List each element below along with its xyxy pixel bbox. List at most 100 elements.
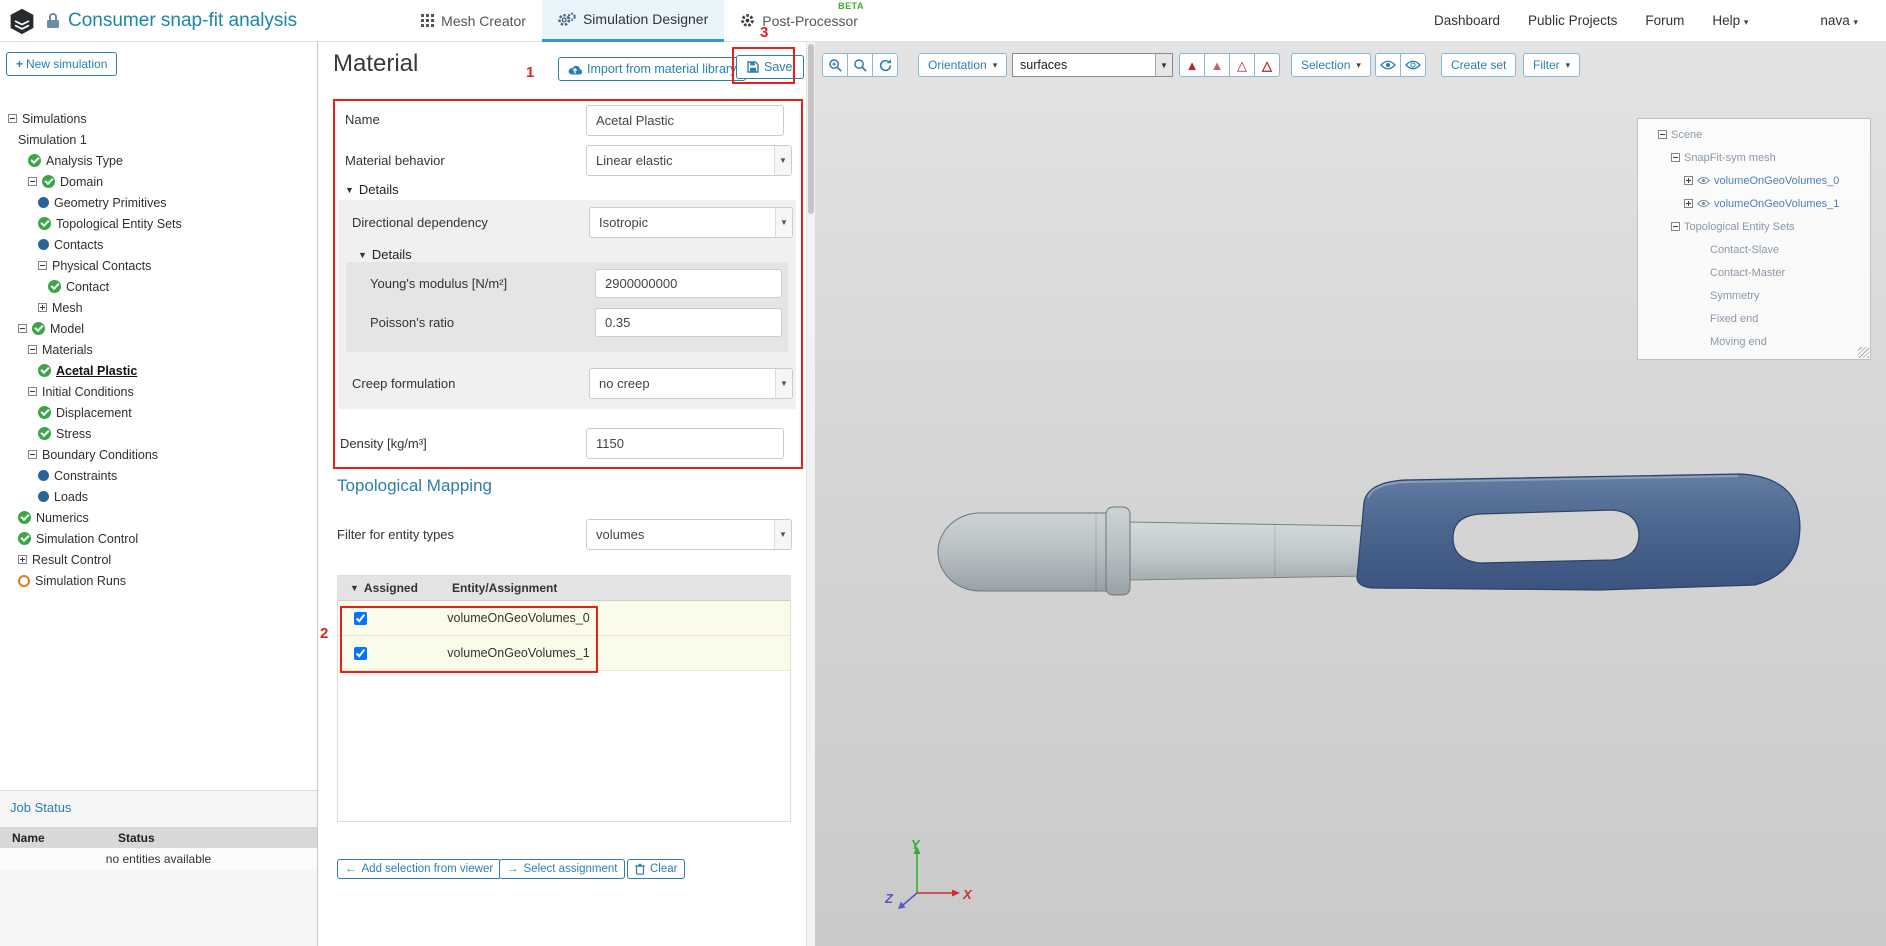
collapse-icon[interactable] bbox=[28, 345, 37, 354]
collapse-icon[interactable] bbox=[28, 450, 37, 459]
material-name-input[interactable] bbox=[586, 105, 784, 136]
assigned-checkbox[interactable] bbox=[354, 646, 367, 660]
collapse-icon[interactable] bbox=[8, 114, 17, 123]
nav-link-public-projects[interactable]: Public Projects bbox=[1528, 13, 1617, 28]
model-flange[interactable] bbox=[1105, 506, 1131, 596]
scrollbar-thumb[interactable] bbox=[808, 44, 814, 214]
nav-link-forum[interactable]: Forum bbox=[1645, 13, 1684, 28]
zoom-window-button[interactable] bbox=[822, 53, 848, 77]
density-input[interactable] bbox=[586, 428, 784, 459]
details-section-header[interactable]: ▼ Details bbox=[345, 182, 399, 197]
resize-handle[interactable] bbox=[1858, 347, 1869, 358]
tree-item-materials[interactable]: Materials bbox=[0, 339, 315, 360]
scene-tree-item-volumeongeovolumes-0[interactable]: volumeOnGeoVolumes_0 bbox=[1638, 169, 1870, 192]
import-material-library-button[interactable]: Import from material library bbox=[558, 57, 747, 81]
scene-tree-item-moving-end[interactable]: Moving end bbox=[1638, 330, 1870, 353]
sort-caret-icon[interactable]: ▼ bbox=[350, 583, 359, 593]
tree-item-acetal-plastic[interactable]: Acetal Plastic bbox=[0, 360, 315, 381]
select-assignment-button[interactable]: → Select assignment bbox=[499, 859, 626, 879]
poissons-ratio-input[interactable] bbox=[595, 308, 782, 337]
tree-item-simulation-runs[interactable]: Simulation Runs bbox=[0, 570, 315, 591]
collapse-icon[interactable] bbox=[1658, 130, 1667, 139]
show-selected-button[interactable] bbox=[1375, 53, 1401, 77]
scene-tree-item-snapfit-sym-mesh[interactable]: SnapFit-sym mesh bbox=[1638, 146, 1870, 169]
tree-item-boundary-conditions[interactable]: Boundary Conditions bbox=[0, 444, 315, 465]
collapse-icon[interactable] bbox=[28, 387, 37, 396]
scene-tree-item-topological-entity-sets[interactable]: Topological Entity Sets bbox=[1638, 215, 1870, 238]
scene-tree-item-volumeongeovolumes-1[interactable]: volumeOnGeoVolumes_1 bbox=[1638, 192, 1870, 215]
tree-item-physical-contacts[interactable]: Physical Contacts bbox=[0, 255, 315, 276]
surfaces-select[interactable]: surfaces ▼ bbox=[1012, 53, 1173, 77]
expand-icon[interactable] bbox=[18, 555, 27, 564]
entity-filter-select[interactable]: volumes ▼ bbox=[586, 519, 792, 550]
tree-item-simulation-1[interactable]: Simulation 1 bbox=[0, 129, 315, 150]
create-set-button[interactable]: Create set bbox=[1441, 53, 1517, 77]
triangle-solid-light-icon-button[interactable]: ▲ bbox=[1204, 53, 1230, 77]
tab-mesh-creator[interactable]: Mesh Creator bbox=[405, 0, 542, 42]
tree-item-initial-conditions[interactable]: Initial Conditions bbox=[0, 381, 315, 402]
clear-button[interactable]: Clear bbox=[627, 859, 686, 879]
orientation-dropdown[interactable]: Orientation ▾ bbox=[918, 53, 1008, 77]
triangle-outline-bold-icon-button[interactable]: △ bbox=[1254, 53, 1280, 77]
panel-scrollbar[interactable] bbox=[806, 42, 815, 946]
material-behavior-select[interactable]: Linear elastic ▼ bbox=[586, 145, 792, 176]
hide-selected-button[interactable] bbox=[1400, 53, 1426, 77]
scene-tree-item-contact-slave[interactable]: Contact-Slave bbox=[1638, 238, 1870, 261]
expand-icon[interactable] bbox=[38, 303, 47, 312]
scene-tree-item-fixed-end[interactable]: Fixed end bbox=[1638, 307, 1870, 330]
youngs-modulus-input[interactable] bbox=[595, 269, 782, 298]
inner-details-section-header[interactable]: ▼ Details bbox=[358, 247, 412, 262]
user-menu[interactable]: nava ▾ bbox=[1820, 13, 1858, 28]
refresh-view-button[interactable] bbox=[872, 53, 898, 77]
scene-tree-item-symmetry[interactable]: Symmetry bbox=[1638, 284, 1870, 307]
selection-dropdown[interactable]: Selection ▾ bbox=[1291, 53, 1371, 77]
tree-item-displacement[interactable]: Displacement bbox=[0, 402, 315, 423]
tree-item-constraints[interactable]: Constraints bbox=[0, 465, 315, 486]
tab-simulation-designer[interactable]: Simulation Designer bbox=[541, 0, 725, 42]
tree-item-domain[interactable]: Domain bbox=[0, 171, 315, 192]
collapse-icon[interactable] bbox=[28, 177, 37, 186]
tree-item-loads[interactable]: Loads bbox=[0, 486, 315, 507]
tree-item-mesh[interactable]: Mesh bbox=[0, 297, 315, 318]
model-shaft[interactable] bbox=[1127, 521, 1371, 581]
triangle-outline-icon-button[interactable]: △ bbox=[1229, 53, 1255, 77]
collapse-icon[interactable] bbox=[18, 324, 27, 333]
collapse-icon[interactable] bbox=[38, 261, 47, 270]
assigned-checkbox[interactable] bbox=[354, 611, 367, 625]
model-clip[interactable] bbox=[1356, 473, 1801, 591]
scene-tree-item-contact-master[interactable]: Contact-Master bbox=[1638, 261, 1870, 284]
tree-item-geometry-primitives[interactable]: Geometry Primitives bbox=[0, 192, 315, 213]
eye-icon[interactable] bbox=[1697, 199, 1710, 208]
directional-dependency-select[interactable]: Isotropic ▼ bbox=[589, 207, 793, 238]
save-button[interactable]: Save bbox=[736, 55, 804, 79]
model-grip[interactable] bbox=[937, 512, 1113, 592]
tree-item-result-control[interactable]: Result Control bbox=[0, 549, 315, 570]
help-menu[interactable]: Help ▾ bbox=[1712, 13, 1748, 28]
tab-post-processor[interactable]: BETA Post-Processor bbox=[724, 0, 874, 42]
tree-item-simulation-control[interactable]: Simulation Control bbox=[0, 528, 315, 549]
snap-fit-model[interactable] bbox=[900, 450, 1850, 650]
nav-link-dashboard[interactable]: Dashboard bbox=[1434, 13, 1500, 28]
eye-icon[interactable] bbox=[1697, 176, 1710, 185]
viewer-3d[interactable]: Orientation ▾ surfaces ▼ ▲ ▲ △ △ Selection… bbox=[815, 42, 1886, 946]
tree-item-contact[interactable]: Contact bbox=[0, 276, 315, 297]
tree-item-model[interactable]: Model bbox=[0, 318, 315, 339]
expand-icon[interactable] bbox=[1684, 199, 1693, 208]
triangle-solid-icon-button[interactable]: ▲ bbox=[1179, 53, 1205, 77]
zoom-fit-button[interactable] bbox=[847, 53, 873, 77]
add-selection-from-viewer-button[interactable]: ← Add selection from viewer bbox=[337, 859, 502, 879]
collapse-icon[interactable] bbox=[1671, 222, 1680, 231]
tree-item-label: Contact bbox=[66, 279, 110, 294]
filter-dropdown[interactable]: Filter ▾ bbox=[1523, 53, 1581, 77]
tree-item-simulations[interactable]: Simulations bbox=[0, 108, 315, 129]
new-simulation-button[interactable]: + New simulation bbox=[6, 52, 118, 76]
tree-item-topological-entity-sets[interactable]: Topological Entity Sets bbox=[0, 213, 315, 234]
collapse-icon[interactable] bbox=[1671, 153, 1680, 162]
creep-formulation-select[interactable]: no creep ▼ bbox=[589, 368, 793, 399]
tree-item-analysis-type[interactable]: Analysis Type bbox=[0, 150, 315, 171]
expand-icon[interactable] bbox=[1684, 176, 1693, 185]
tree-item-numerics[interactable]: Numerics bbox=[0, 507, 315, 528]
tree-item-contacts[interactable]: Contacts bbox=[0, 234, 315, 255]
tree-item-stress[interactable]: Stress bbox=[0, 423, 315, 444]
scene-tree-item-scene[interactable]: Scene bbox=[1638, 123, 1870, 146]
